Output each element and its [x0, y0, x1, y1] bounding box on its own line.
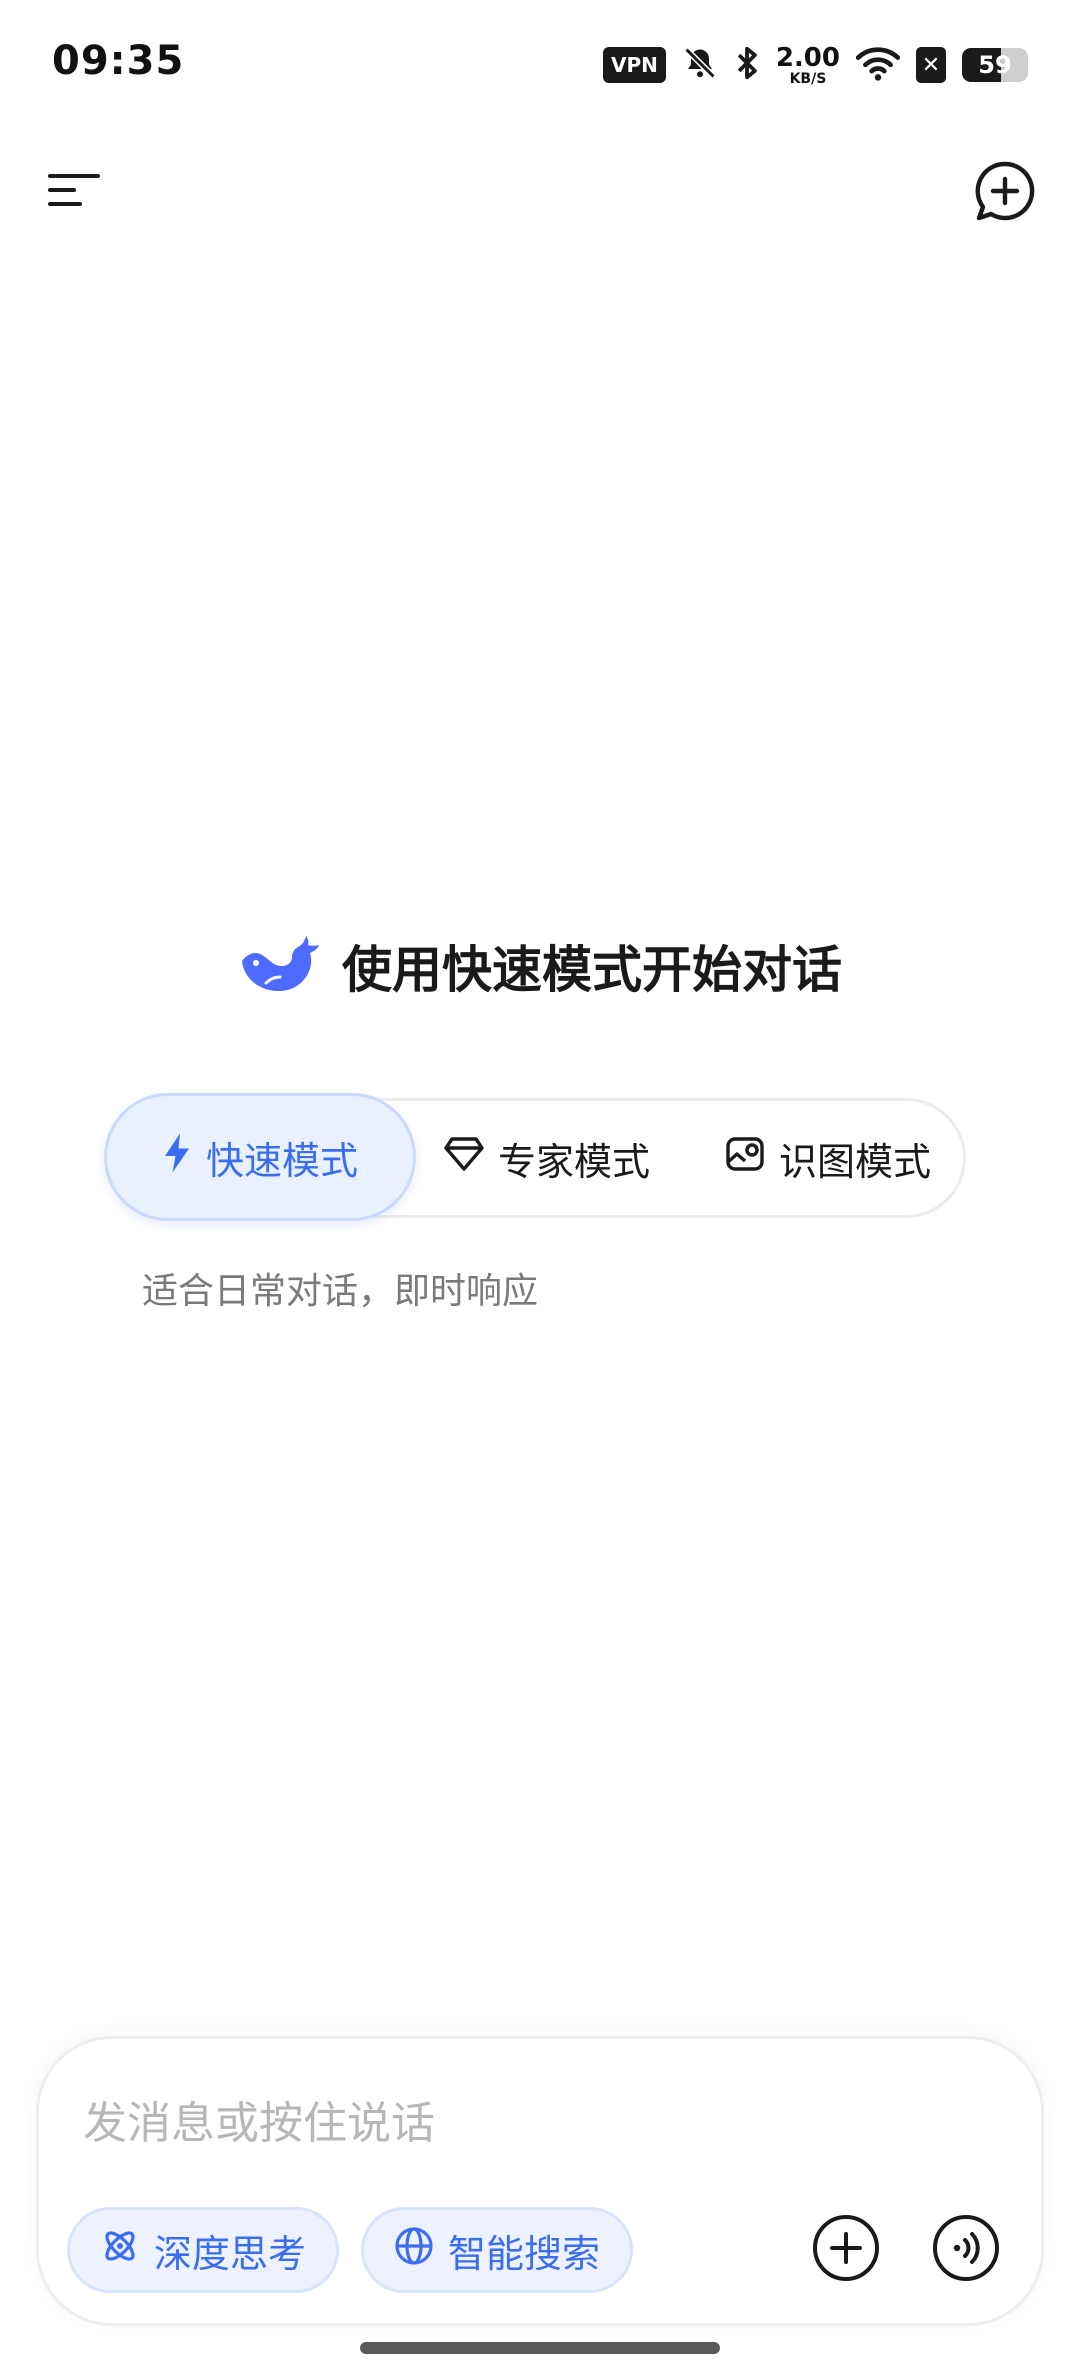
sim-blocked-icon: ✕ [916, 47, 946, 83]
app-screen: 09:35 VPN 2.00 KB/S ✕ 59 使用快速模式开始对话 快速模式… [0, 0, 1080, 2376]
vpn-icon: VPN [602, 47, 666, 83]
diamond-icon [444, 1136, 484, 1181]
whale-logo-icon [238, 933, 320, 999]
image-icon [725, 1136, 765, 1181]
menu-icon [47, 170, 101, 214]
deep-think-label: 深度思考 [153, 2231, 306, 2276]
mode-selector: 快速模式 专家模式 识图模式 [104, 1093, 966, 1221]
attach-button[interactable] [811, 2215, 881, 2285]
mode-tab-label: 专家模式 [497, 1139, 650, 1184]
hero: 使用快速模式开始对话 [0, 930, 1080, 1002]
mode-tab-expert[interactable]: 专家模式 [417, 1101, 677, 1215]
battery-icon: 59 [962, 48, 1028, 82]
mode-tab-fast[interactable]: 快速模式 [104, 1093, 416, 1221]
mode-tab-label: 识图模式 [778, 1139, 931, 1184]
network-speed: 2.00 KB/S [775, 42, 840, 87]
message-input[interactable]: 发消息或按住说话 [83, 2087, 435, 2151]
status-icons: VPN 2.00 KB/S ✕ 59 [602, 40, 1028, 90]
voice-wave-icon [932, 2214, 1000, 2286]
deep-think-button[interactable]: 深度思考 [67, 2207, 339, 2293]
mode-tab-vision[interactable]: 识图模式 [697, 1101, 959, 1215]
smart-search-label: 智能搜索 [447, 2231, 600, 2276]
smart-search-button[interactable]: 智能搜索 [361, 2207, 633, 2293]
lightning-icon [162, 1132, 192, 1183]
home-indicator[interactable] [360, 2342, 720, 2354]
status-bar: 09:35 VPN 2.00 KB/S ✕ 59 [0, 0, 1080, 130]
atom-icon [100, 2226, 140, 2275]
new-chat-icon [974, 160, 1036, 226]
hero-title: 使用快速模式开始对话 [342, 941, 842, 999]
mode-tab-label: 快速模式 [205, 1138, 358, 1183]
globe-icon [394, 2226, 434, 2275]
status-time: 09:35 [52, 38, 185, 84]
voice-button[interactable] [931, 2215, 1001, 2285]
plus-circle-icon [812, 2214, 880, 2286]
menu-button[interactable] [40, 162, 108, 222]
wifi-icon [855, 45, 901, 85]
new-chat-button[interactable] [970, 158, 1040, 228]
mode-description: 适合日常对话，即时响应 [142, 1271, 539, 1312]
bell-off-icon [682, 45, 718, 85]
composer: 发消息或按住说话 深度思考 智能搜索 [36, 2036, 1044, 2326]
bluetooth-icon [734, 44, 760, 86]
